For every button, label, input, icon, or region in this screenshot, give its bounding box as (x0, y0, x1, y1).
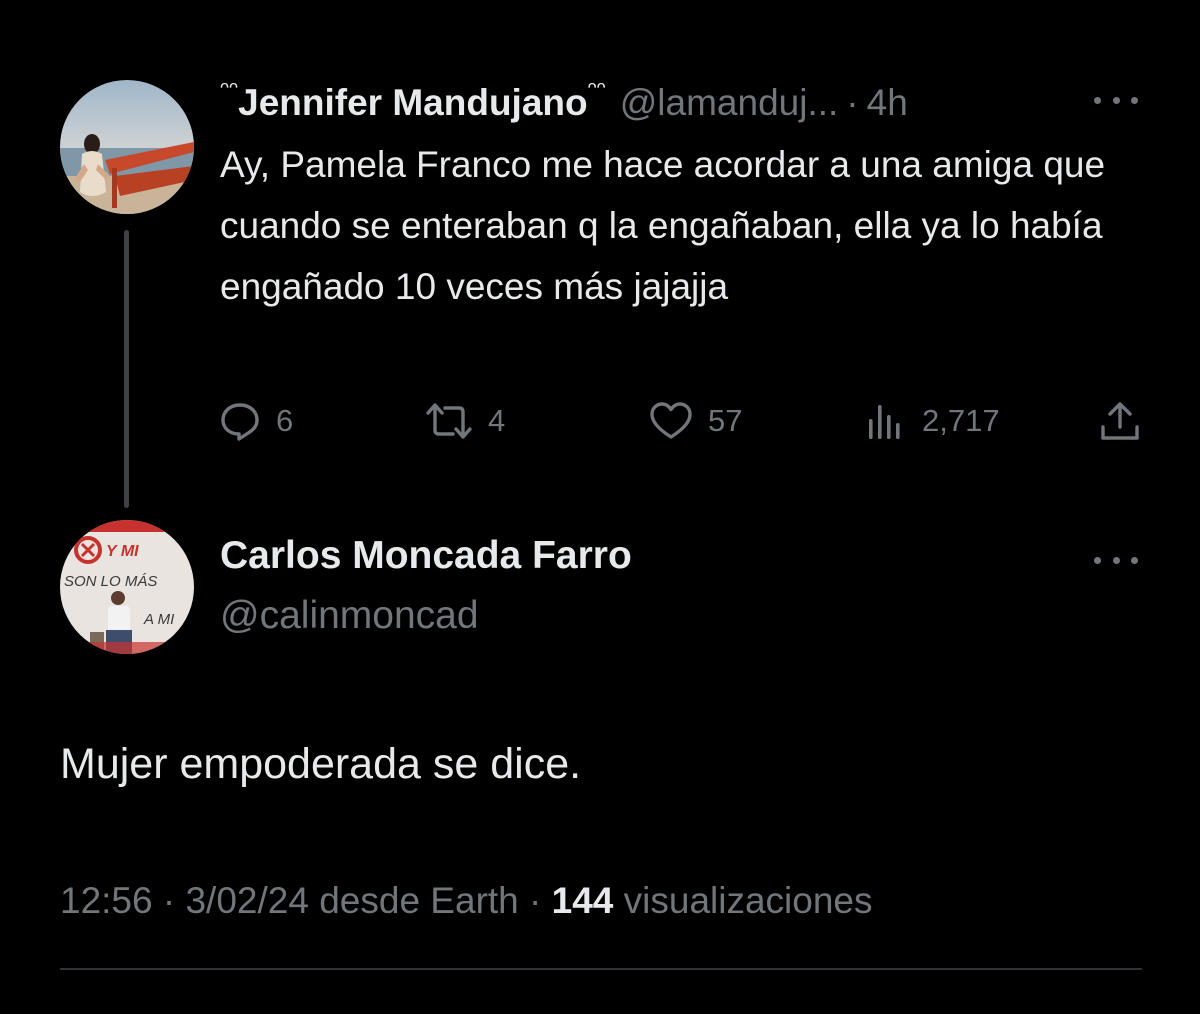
avatar[interactable] (60, 80, 194, 214)
separator-dot: · (529, 880, 542, 921)
author-handle[interactable]: @lamanduj... (620, 82, 839, 124)
author-display-name[interactable]: Carlos Moncada Farro (220, 534, 632, 578)
views-button[interactable]: 2,717 (864, 396, 1000, 446)
more-dot (1112, 96, 1120, 104)
divider (60, 968, 1142, 970)
like-button[interactable]: 57 (648, 396, 742, 446)
more-dot (1131, 96, 1138, 104)
share-button[interactable] (1098, 396, 1142, 446)
share-upload-icon (1101, 402, 1139, 440)
tweet-metadata: 12:56 · 3/02/24 desde Earth · 144 visual… (60, 880, 873, 922)
tweet-time[interactable]: 12:56 (60, 880, 153, 921)
more-options-button[interactable] (1094, 90, 1138, 110)
repost-arrows-icon (426, 403, 472, 439)
more-dots-icon (1094, 556, 1101, 564)
speech-bubble-icon (221, 403, 259, 441)
more-options-button[interactable] (1094, 550, 1138, 570)
tweet-timestamp[interactable]: 4h (867, 82, 908, 124)
views-count[interactable]: 144 (552, 880, 614, 921)
more-dot (1131, 556, 1138, 564)
views-label: visualizaciones (623, 880, 873, 921)
profile-photo: Y MI SON LO MÁS A MI (60, 520, 194, 654)
tweet-date[interactable]: 3/02/24 (185, 880, 308, 921)
profile-photo (60, 80, 194, 214)
parent-tweet-text: Ay, Pamela Franco me hace acordar a una … (220, 144, 1106, 307)
parent-tweet-header: ᵔᵔ Jennifer Mandujano ᵔᵔ @lamanduj... · … (220, 77, 908, 128)
author-display-name[interactable]: Jennifer Mandujano (238, 82, 587, 124)
avatar-sign-line-1: Y MI (106, 543, 139, 560)
repost-button[interactable]: 4 (424, 396, 505, 446)
thread-connector-line (124, 230, 129, 508)
more-dots-icon (1094, 96, 1101, 104)
name-decoration: ᵔᵔ (220, 77, 239, 104)
reply-count: 6 (276, 403, 294, 438)
author-handle[interactable]: @calinmoncad (220, 594, 479, 638)
bar-chart-icon (869, 405, 900, 439)
avatar[interactable]: Y MI SON LO MÁS A MI (60, 520, 194, 654)
separator-dot: · (846, 82, 859, 123)
more-dot (1112, 556, 1120, 564)
tweet-source: desde Earth (319, 880, 519, 921)
reply-button[interactable]: 6 (218, 396, 293, 446)
main-tweet-text: Mujer empoderada se dice. (60, 740, 582, 788)
name-decoration-trailing: ᵔᵔ (587, 77, 606, 104)
tweet-detail-view: ᵔᵔ Jennifer Mandujano ᵔᵔ @lamanduj... · … (0, 0, 1200, 1014)
repost-count: 4 (488, 403, 506, 438)
avatar-sign-line-2: SON LO MÁS (64, 573, 157, 590)
heart-icon (650, 402, 692, 439)
like-count: 57 (708, 403, 743, 438)
tweet-action-bar: 6 4 57 2,717 (218, 396, 1148, 446)
avatar-sign-line-3: A MI (143, 611, 174, 628)
view-count: 2,717 (922, 403, 1000, 438)
separator-dot: · (162, 880, 176, 921)
